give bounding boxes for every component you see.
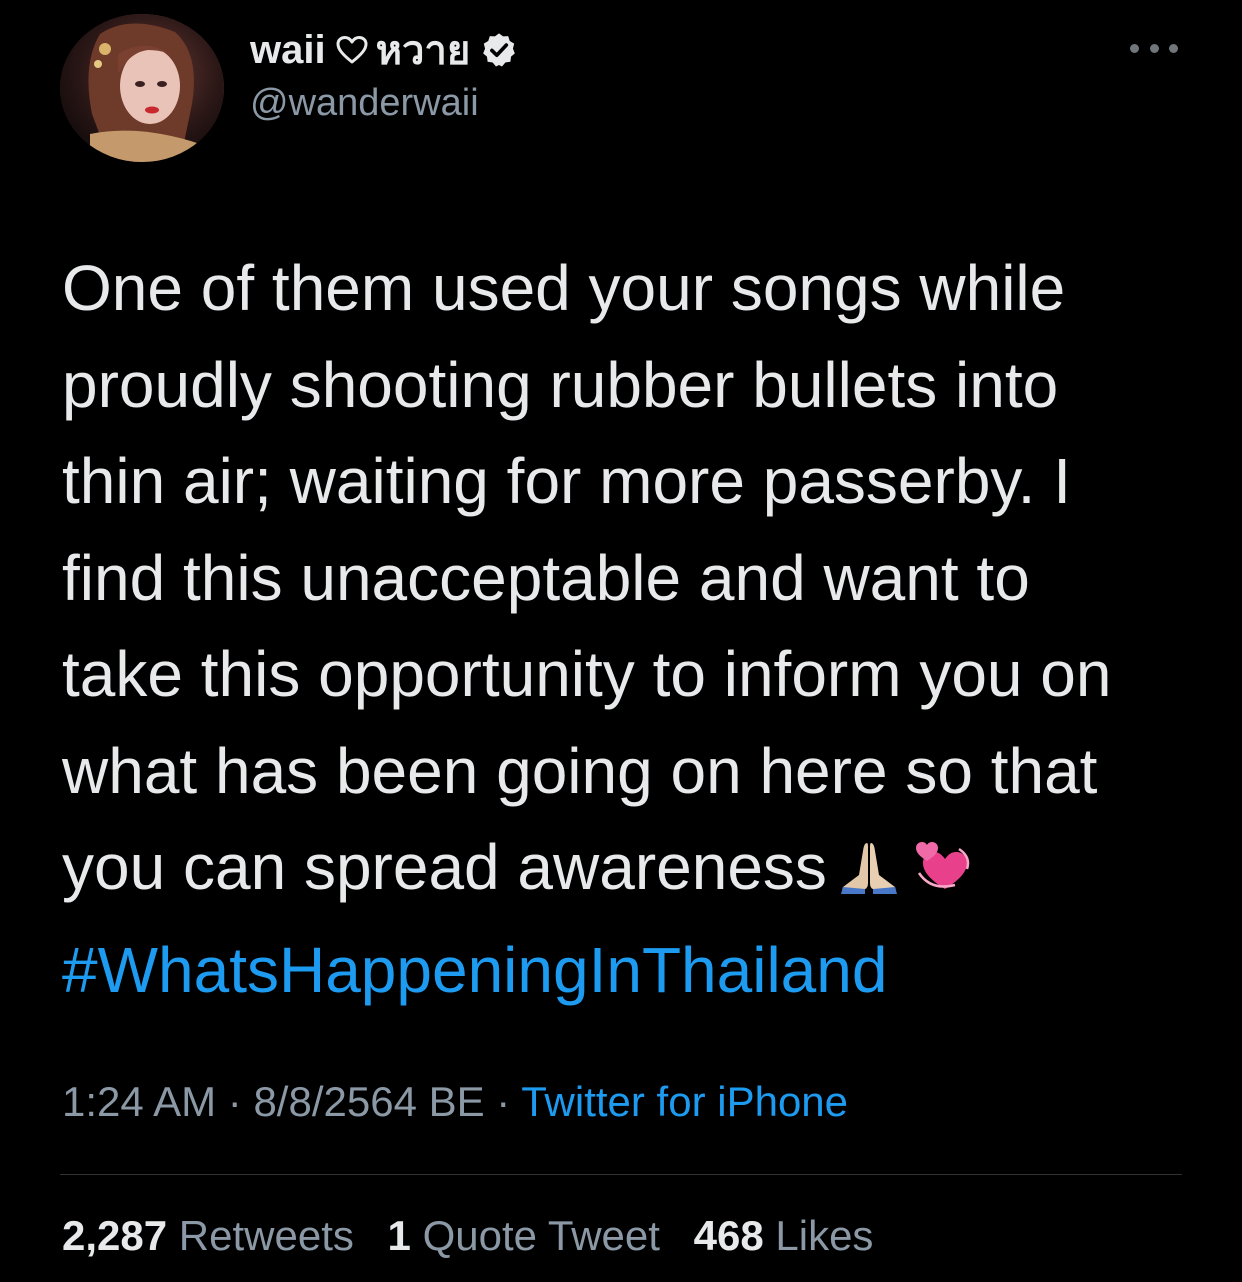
dot — [1149, 43, 1159, 53]
likes-count: 468 — [693, 1212, 764, 1259]
retweets-label: Retweets — [178, 1212, 354, 1259]
avatar[interactable] — [60, 14, 224, 162]
meta-separator: · — [216, 1078, 254, 1125]
dot — [1130, 43, 1139, 53]
avatar-image — [60, 14, 224, 162]
tweet-line-last: you can spread awareness — [62, 819, 1202, 922]
verified-badge-icon — [480, 31, 518, 69]
tweet-line-text: you can spread awareness — [62, 831, 827, 903]
engagement-stats: 2,287 Retweets 1 Quote Tweet 468 Likes — [62, 1212, 895, 1260]
retweets-count: 2,287 — [62, 1212, 168, 1259]
praying-hands-emoji — [837, 825, 901, 922]
tweet-line: what has been going on here so that — [62, 734, 1098, 807]
hashtag-link[interactable]: #WhatsHappeningInThailand — [62, 922, 1202, 1019]
tweet-line: take this opportunity to inform you on — [62, 638, 1112, 710]
tweet-detail: waii หวาย @wanderwaii One of them used y… — [0, 0, 1242, 1282]
display-name[interactable]: waii หวาย — [250, 20, 518, 80]
tweet-date[interactable]: 8/8/2564 BE — [253, 1078, 484, 1125]
dot — [1169, 43, 1178, 53]
tweet-line: find this unacceptable and want to — [62, 541, 1030, 614]
tweet-source-link[interactable]: Twitter for iPhone — [521, 1078, 848, 1125]
tweet-meta: 1:24 AM · 8/8/2564 BE · Twitter for iPho… — [62, 1078, 848, 1126]
tweet-text: One of them used your songs while proudl… — [62, 240, 1202, 1018]
tweet-time[interactable]: 1:24 AM — [62, 1078, 216, 1125]
display-name-suffix: หวาย — [375, 29, 471, 73]
tweet-line: proudly shooting rubber bullets into — [62, 348, 1059, 421]
divider — [60, 1174, 1182, 1175]
more-options-icon[interactable] — [1130, 36, 1178, 60]
user-handle[interactable]: @wanderwaii — [250, 82, 518, 125]
quotes-count: 1 — [387, 1212, 411, 1259]
retweets-stat[interactable]: 2,287 Retweets — [62, 1212, 354, 1259]
display-name-text: waii — [250, 27, 326, 72]
quotes-label: Quote Tweet — [422, 1212, 660, 1259]
likes-stat[interactable]: 468 Likes — [694, 1212, 874, 1259]
author-block[interactable]: waii หวาย @wanderwaii — [250, 20, 518, 125]
quote-tweets-stat[interactable]: 1 Quote Tweet — [388, 1212, 660, 1259]
tweet-line: One of them used your songs while — [62, 252, 1066, 324]
meta-separator: · — [484, 1078, 522, 1125]
heart-outline-icon — [336, 35, 368, 65]
revolving-hearts-emoji — [911, 825, 975, 922]
tweet-line: thin air; waiting for more passerby. I — [62, 445, 1071, 517]
likes-label: Likes — [775, 1212, 874, 1259]
